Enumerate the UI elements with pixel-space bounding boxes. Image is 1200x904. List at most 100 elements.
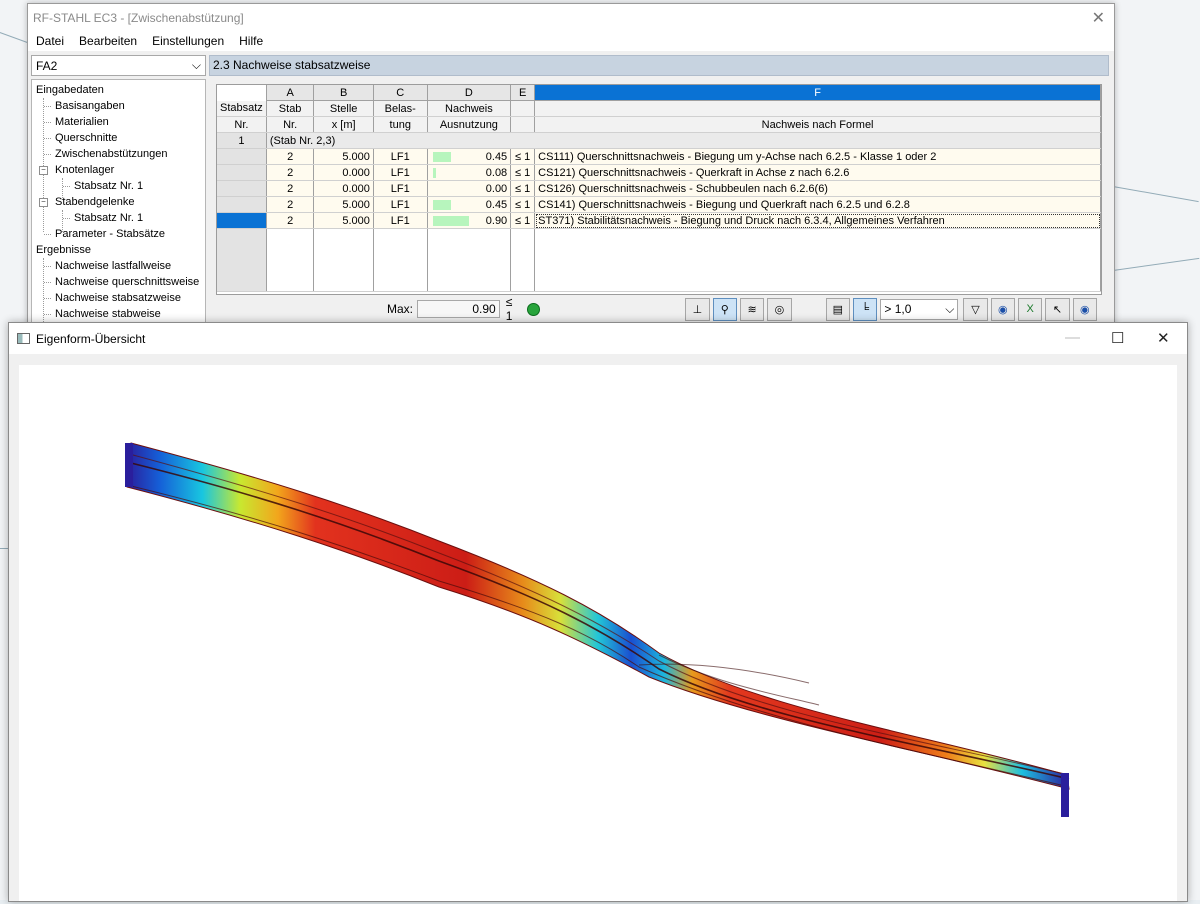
cell-stab[interactable]: 2: [266, 148, 315, 165]
select-in-model-button[interactable]: ↖: [1045, 297, 1070, 321]
column-letter-a[interactable]: A: [266, 85, 315, 101]
table-row[interactable]: 2 0.000 LF1 0.00 ≤ 1 CS126) Querschnitts…: [217, 180, 1101, 197]
tree-nachweise-lastfallweise[interactable]: Nachweise lastfallweise: [55, 258, 171, 274]
collapse-icon[interactable]: −: [39, 166, 48, 175]
menu-hilfe[interactable]: Hilfe: [231, 34, 270, 48]
column-letter-row: A B C D E F: [217, 85, 1101, 101]
column-letter-b[interactable]: B: [313, 85, 374, 101]
cell-ausnutzung[interactable]: 0.00: [427, 180, 512, 197]
stress-view-button[interactable]: ≋: [739, 297, 765, 321]
cell-ausnutzung[interactable]: 0.45: [427, 196, 512, 213]
member-view-button[interactable]: ⚲: [712, 297, 737, 321]
max-value: 0.90: [417, 300, 500, 318]
cell-ausnutzung[interactable]: 0.08: [427, 164, 512, 181]
header-belas-bottom: tung: [373, 116, 428, 133]
header-e-top: [510, 100, 536, 117]
cell-belastung[interactable]: LF1: [373, 196, 428, 213]
cell-formel[interactable]: CS141) Querschnittsnachweis - Biegung un…: [534, 196, 1101, 213]
tree-eingabedaten[interactable]: Eingabedaten: [36, 82, 104, 98]
table-row[interactable]: 2 5.000 LF1 0.45 ≤ 1 CS111) Querschnitts…: [217, 148, 1101, 165]
collapse-icon[interactable]: −: [39, 198, 48, 207]
table-row-selected[interactable]: 2 5.000 LF1 0.90 ≤ 1 ST371) Stabilitätsn…: [217, 212, 1101, 229]
cell-ausnutzung[interactable]: 0.90: [427, 212, 512, 229]
cell-formel[interactable]: CS111) Querschnittsnachweis - Biegung um…: [534, 148, 1101, 165]
cell-belastung[interactable]: LF1: [373, 164, 428, 181]
member-icon: ⚲: [720, 303, 729, 316]
minimize-icon[interactable]: —: [1065, 329, 1080, 346]
menu-bearbeiten[interactable]: Bearbeiten: [71, 34, 144, 48]
row-header[interactable]: [217, 164, 267, 181]
diagram-button[interactable]: ╘: [853, 297, 878, 321]
group-row-number[interactable]: 1: [217, 132, 267, 149]
row-header-selected[interactable]: [217, 212, 267, 229]
cell-belastung[interactable]: LF1: [373, 148, 428, 165]
tree-materialien[interactable]: Materialien: [55, 114, 109, 130]
row-header[interactable]: [217, 196, 267, 213]
column-letter-d[interactable]: D: [427, 85, 512, 101]
column-letter-f[interactable]: F: [534, 85, 1101, 101]
table-row[interactable]: 2 0.000 LF1 0.08 ≤ 1 CS121) Querschnitts…: [217, 164, 1101, 181]
row-header[interactable]: [217, 180, 267, 197]
cell-belastung[interactable]: LF1: [373, 180, 428, 197]
cell-stab[interactable]: 2: [266, 164, 315, 181]
cell-stab[interactable]: 2: [266, 196, 315, 213]
tree-nachweise-stabweise[interactable]: Nachweise stabweise: [55, 306, 161, 322]
results-table: A B C D E F Stabsatz Stab Stelle Belas- …: [216, 84, 1102, 295]
filter-select[interactable]: > 1,0 ⌵: [880, 298, 959, 320]
cell-stelle[interactable]: 5.000: [313, 148, 374, 165]
cell-formel-focused[interactable]: ST371) Stabilitätsnachweis - Biegung und…: [534, 212, 1101, 229]
cell-stelle[interactable]: 5.000: [313, 196, 374, 213]
deformation-view-button[interactable]: ◎: [767, 297, 792, 321]
cell-stab[interactable]: 2: [266, 212, 315, 229]
mode-shape-viewport[interactable]: [19, 365, 1177, 901]
cell-stelle[interactable]: 0.000: [313, 164, 374, 181]
cell-ausnutzung[interactable]: 0.45: [427, 148, 512, 165]
background-line: [1112, 186, 1199, 203]
cell-stelle[interactable]: 5.000: [313, 212, 374, 229]
empty-cell: [510, 228, 536, 292]
tree-parameter-stabsaetze[interactable]: Parameter - Stabsätze: [55, 226, 165, 242]
case-select[interactable]: FA2 ⌵: [31, 55, 206, 76]
excel-icon: X: [1026, 303, 1034, 315]
tree-basisangaben[interactable]: Basisangaben: [55, 98, 125, 114]
tree-knotenlager[interactable]: Knotenlager: [55, 162, 114, 178]
close-icon[interactable]: ✕: [1092, 8, 1105, 28]
tree-zwischenabstuetzungen[interactable]: Zwischenabstützungen: [55, 146, 168, 162]
cell-formel[interactable]: CS126) Querschnittsnachweis - Schubbeule…: [534, 180, 1101, 197]
row-header[interactable]: [217, 148, 267, 165]
excel-export-button[interactable]: X: [1018, 297, 1043, 321]
window-titlebar[interactable]: RF-STAHL EC3 - [Zwischenabstützung]: [28, 4, 1114, 31]
header-stelle-bottom: x [m]: [313, 116, 374, 133]
cell-stelle[interactable]: 0.000: [313, 180, 374, 197]
tree-ergebnisse[interactable]: Ergebnisse: [36, 242, 91, 258]
tree-stabendgelenke-stabsatz[interactable]: Stabsatz Nr. 1: [74, 210, 143, 226]
cell-belastung[interactable]: LF1: [373, 212, 428, 229]
window-titlebar[interactable]: Eigenform-Übersicht: [9, 323, 1187, 354]
filter-icon: ▽: [971, 303, 980, 316]
color-scale-button[interactable]: ◉: [990, 297, 1015, 321]
cell-formel[interactable]: CS121) Querschnittsnachweis - Querkraft …: [534, 164, 1101, 181]
tree-querschnitte[interactable]: Querschnitte: [55, 130, 117, 146]
filter-button[interactable]: ▽: [963, 297, 988, 321]
column-letter-c[interactable]: C: [373, 85, 428, 101]
tree-stabendgelenke[interactable]: Stabendgelenke: [55, 194, 135, 210]
column-letter-e[interactable]: E: [510, 85, 536, 101]
maximize-icon[interactable]: ☐: [1111, 329, 1124, 347]
close-icon[interactable]: ✕: [1157, 329, 1170, 347]
cell-stab[interactable]: 2: [266, 180, 315, 197]
empty-cell: [427, 228, 512, 292]
group-row[interactable]: 1 (Stab Nr. 2,3): [217, 132, 1101, 149]
section-view-button[interactable]: ⊥: [685, 297, 710, 321]
tree-nachweise-stabsatzweise[interactable]: Nachweise stabsatzweise: [55, 290, 181, 306]
eye-icon: ◉: [1080, 303, 1090, 316]
view-button[interactable]: ◉: [1072, 297, 1098, 321]
tree-knotenlager-stabsatz[interactable]: Stabsatz Nr. 1: [74, 178, 143, 194]
menu-einstellungen[interactable]: Einstellungen: [144, 34, 231, 48]
rf-stahl-window: RF-STAHL EC3 - [Zwischenabstützung] ✕ Da…: [27, 3, 1115, 336]
tree-nachweise-querschnittsweise[interactable]: Nachweise querschnittsweise: [55, 274, 199, 290]
details-button[interactable]: ▤: [825, 297, 851, 321]
ratio-bar: [432, 152, 451, 162]
cursor-icon: ↖: [1052, 303, 1063, 316]
menu-datei[interactable]: Datei: [28, 34, 71, 48]
table-row[interactable]: 2 5.000 LF1 0.45 ≤ 1 CS141) Querschnitts…: [217, 196, 1101, 213]
